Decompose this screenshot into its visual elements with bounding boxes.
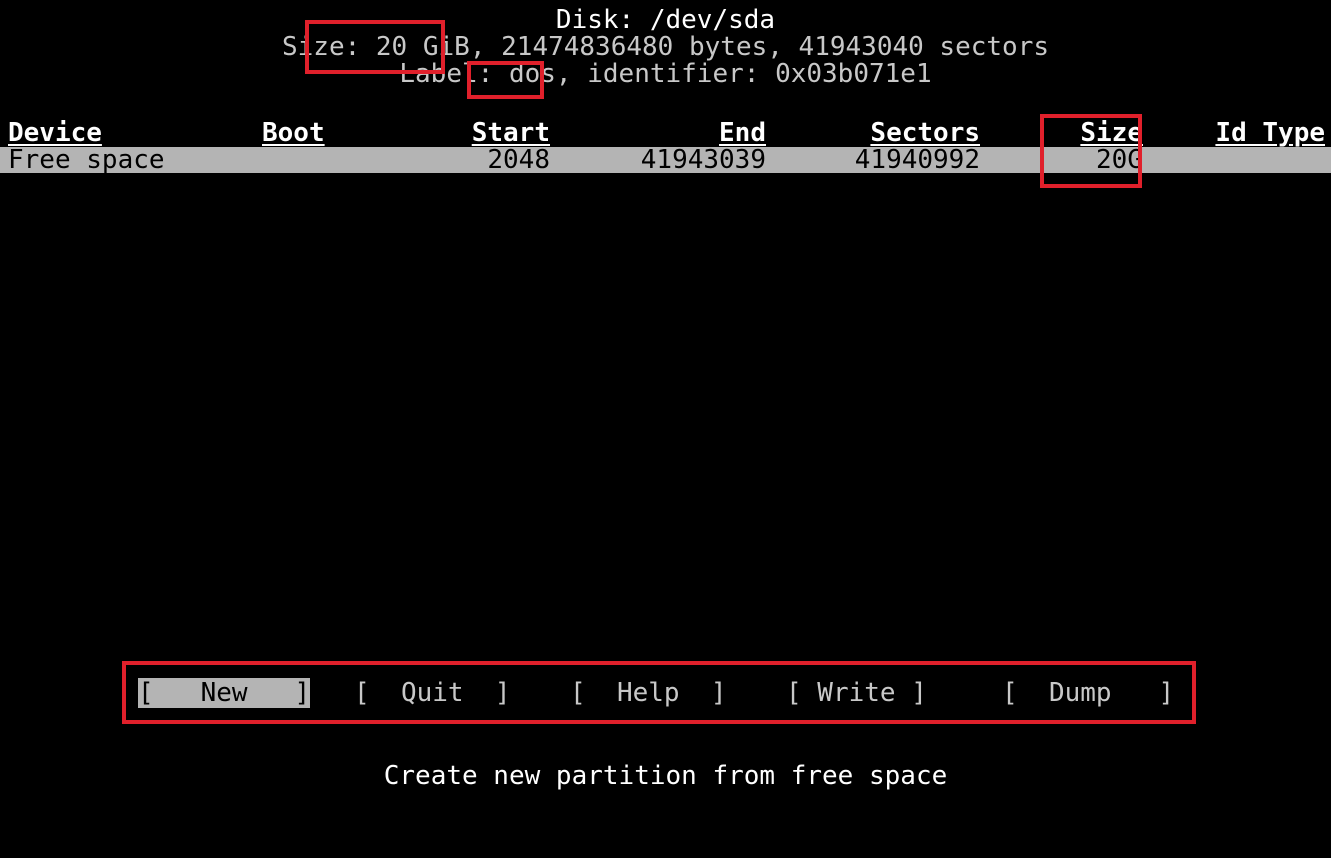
cell-end: 41943039 xyxy=(640,145,766,175)
help-button[interactable]: [ Help ] xyxy=(570,678,727,708)
status-hint: Create new partition from free space xyxy=(383,761,948,791)
size-prefix: Size: xyxy=(281,32,376,62)
label-value: dos xyxy=(508,59,556,89)
size-value: 20 GiB, xyxy=(375,32,486,62)
col-header-device: Device xyxy=(8,118,102,148)
new-button[interactable]: [ New ] xyxy=(138,678,311,708)
action-menu: [ New ] [ Quit ] [ Help ] [ Write ] [ Du… xyxy=(138,678,1174,708)
disk-label-line: Label: dos, identifier: 0x03b071e1 xyxy=(0,60,1331,88)
cell-device: Free space xyxy=(8,145,165,175)
cell-start: 2048 xyxy=(487,145,550,175)
col-header-boot: Boot xyxy=(262,118,325,148)
quit-button[interactable]: [ Quit ] xyxy=(354,678,511,708)
col-header-id-type: Id Type xyxy=(1215,118,1325,148)
dump-button[interactable]: [ Dump ] xyxy=(1002,678,1174,708)
write-button[interactable]: [ Write ] xyxy=(786,678,927,708)
col-header-end: End xyxy=(719,118,766,148)
col-header-size: Size xyxy=(1080,118,1143,148)
label-prefix: Label: xyxy=(399,59,509,89)
disk-title: Disk: /dev/sda xyxy=(555,5,776,35)
col-header-sectors: Sectors xyxy=(870,118,980,148)
disk-size-line: Size: 20 GiB, 21474836480 bytes, 4194304… xyxy=(0,33,1331,61)
size-details: 21474836480 bytes, 41943040 sectors xyxy=(485,32,1050,62)
partition-table-header: Device Boot Start End Sectors Size Id Ty… xyxy=(0,120,1331,146)
cell-sectors: 41940992 xyxy=(854,145,980,175)
table-row[interactable]: Free space 2048 41943039 41940992 20G xyxy=(0,147,1331,173)
cell-size: 20G xyxy=(1096,145,1143,175)
col-header-start: Start xyxy=(471,118,550,148)
label-identifier: , identifier: 0x03b071e1 xyxy=(555,59,932,89)
